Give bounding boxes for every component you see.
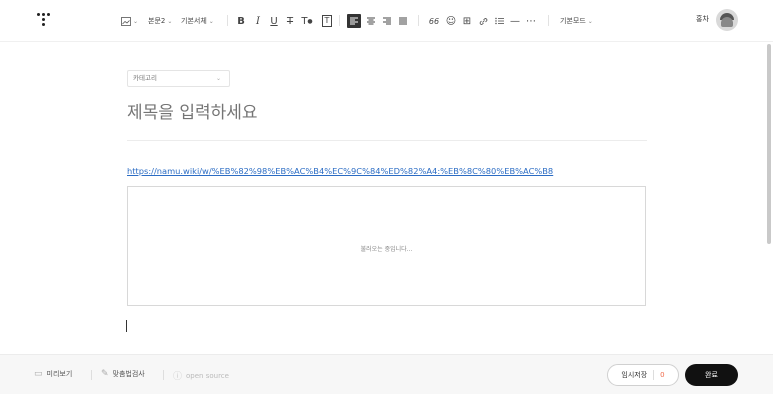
temp-save-button[interactable]: 임시저장 0	[607, 364, 679, 386]
horizontal-rule-button[interactable]: —	[507, 11, 523, 31]
embed-loading-text: 불러오는 중입니다...	[360, 246, 413, 253]
link-button[interactable]	[475, 11, 491, 31]
underline-button[interactable]: U	[266, 11, 282, 31]
body-link[interactable]: https://namu.wiki/w/%EB%82%98%EB%AC%B4%E…	[127, 166, 553, 176]
align-left-icon	[350, 17, 358, 25]
category-label: 카테고리	[133, 74, 157, 82]
monitor-icon: ▭	[34, 369, 43, 379]
horizontal-rule-icon: —	[510, 15, 520, 27]
opensource-link[interactable]: ⓘ open source	[173, 369, 229, 383]
temp-save-label: 임시저장	[621, 371, 648, 379]
image-icon	[121, 16, 131, 26]
spellcheck-button[interactable]: ✎ 맞춤법검사	[101, 369, 145, 379]
align-justify-icon	[399, 17, 407, 25]
align-right-button[interactable]	[379, 11, 395, 31]
text-background-button[interactable]: T	[319, 11, 335, 31]
paragraph-style-label: 본문2	[148, 17, 166, 25]
chevron-down-icon: ⌄	[587, 17, 593, 25]
link-preview-embed[interactable]: 불러오는 중입니다...	[127, 186, 646, 306]
toolbar-divider	[418, 15, 419, 26]
done-button[interactable]: 완료	[685, 364, 738, 386]
preview-label: 미리보기	[46, 370, 73, 378]
list-button[interactable]	[491, 11, 507, 31]
align-right-icon	[383, 17, 391, 25]
toolbar-divider	[227, 15, 228, 26]
editor-toolbar: ⌄ 본문2 ⌄ 기본서체 ⌄ B I U T T ● T 66 ☺ ⊞ — ⋯ …	[0, 0, 773, 42]
text-background-label: T	[321, 15, 333, 27]
table-icon: ⊞	[462, 15, 472, 27]
chevron-down-icon: ⌄	[208, 17, 214, 25]
toolbar-divider	[339, 15, 340, 26]
align-justify-button[interactable]	[395, 11, 411, 31]
tistory-logo-icon[interactable]	[33, 10, 55, 32]
toolbar-divider	[548, 15, 549, 26]
link-icon	[479, 17, 487, 25]
align-center-button[interactable]	[363, 11, 379, 31]
smile-icon: ☺	[445, 15, 457, 27]
text-cursor	[126, 320, 127, 332]
paragraph-style-dropdown[interactable]: 본문2 ⌄	[148, 11, 172, 31]
emoticon-button[interactable]: ☺	[443, 11, 459, 31]
italic-button[interactable]: I	[250, 11, 266, 31]
title-divider	[127, 140, 647, 141]
insert-image-button[interactable]: ⌄	[121, 11, 138, 31]
title-input[interactable]	[127, 99, 647, 127]
more-button[interactable]: ⋯	[523, 11, 539, 31]
align-center-icon	[367, 17, 375, 25]
font-family-dropdown[interactable]: 기본서체 ⌄	[181, 11, 214, 31]
spellcheck-label: 맞춤법검사	[112, 370, 145, 378]
chevron-down-icon: ⌄	[133, 17, 139, 25]
category-dropdown[interactable]: 카테고리 ⌄	[127, 70, 230, 87]
list-icon	[494, 17, 504, 25]
text-color-button[interactable]: T ●	[299, 11, 315, 31]
editor-mode-dropdown[interactable]: 기본모드 ⌄	[560, 11, 593, 31]
color-dot-icon: ●	[307, 17, 313, 25]
align-left-button[interactable]	[347, 14, 361, 28]
spellcheck-icon: ✎	[101, 369, 109, 379]
quote-button[interactable]: 66	[426, 11, 442, 31]
strikethrough-button[interactable]: T	[282, 11, 298, 31]
info-circle-icon: ⓘ	[173, 372, 183, 382]
font-family-label: 기본서체	[181, 17, 207, 25]
table-button[interactable]: ⊞	[459, 11, 475, 31]
more-dots-icon: ⋯	[526, 15, 536, 27]
preview-button[interactable]: ▭ 미리보기	[34, 369, 72, 379]
editor-mode-label: 기본모드	[560, 17, 586, 25]
chevron-down-icon: ⌄	[167, 17, 173, 25]
scrollbar[interactable]	[767, 44, 771, 244]
bold-button[interactable]: B	[233, 11, 249, 31]
chevron-down-icon: ⌄	[215, 75, 221, 82]
opensource-label: open source	[186, 371, 229, 380]
user-name[interactable]: 홍차	[696, 14, 709, 24]
bottom-bar: ▭ 미리보기 ✎ 맞춤법검사 ⓘ open source 임시저장 0 완료	[0, 354, 773, 394]
avatar[interactable]	[716, 9, 738, 31]
footer-divider	[91, 370, 92, 380]
footer-divider	[163, 370, 164, 380]
temp-save-count[interactable]: 0	[660, 371, 664, 379]
